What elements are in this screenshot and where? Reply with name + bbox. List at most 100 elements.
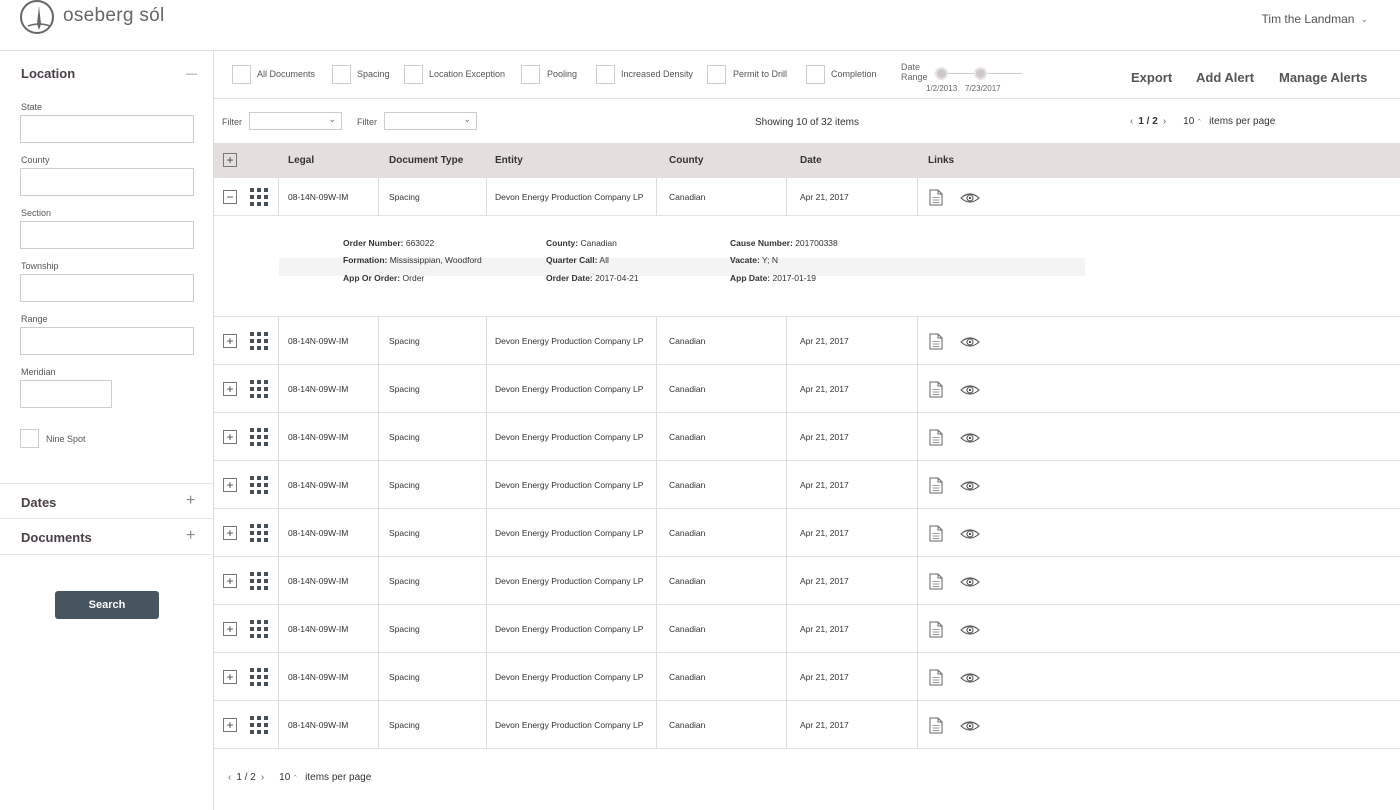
per-page-select[interactable]: 10 <box>1183 116 1194 127</box>
expand-row-button[interactable]: + <box>223 478 237 492</box>
document-icon[interactable] <box>929 333 943 350</box>
expand-icon[interactable]: + <box>186 528 195 544</box>
all-documents-checkbox[interactable] <box>232 65 251 84</box>
logo-icon[interactable] <box>20 0 54 34</box>
location-section-title[interactable]: Location <box>21 66 75 81</box>
expand-row-button[interactable]: + <box>223 670 237 684</box>
permit-to-drill-checkbox[interactable] <box>707 65 726 84</box>
prev-page-icon[interactable]: ‹ <box>1130 116 1133 127</box>
next-page-icon[interactable]: › <box>261 772 264 783</box>
spacing-checkbox[interactable] <box>332 65 351 84</box>
table-row[interactable]: +08-14N-09W-IM Spacing Devon Energy Produc… <box>214 413 1400 461</box>
nine-spot-grid-icon[interactable] <box>250 476 268 494</box>
view-eye-icon[interactable] <box>960 527 980 539</box>
next-page-icon[interactable]: › <box>1163 116 1166 127</box>
cell-doc-type: Spacing <box>389 624 420 634</box>
nine-spot-grid-icon[interactable] <box>250 380 268 398</box>
nine-spot-checkbox[interactable] <box>20 429 39 448</box>
expand-row-button[interactable]: + <box>223 430 237 444</box>
header-county[interactable]: County <box>669 143 703 178</box>
header-date[interactable]: Date <box>800 143 822 178</box>
nine-spot-grid-icon[interactable] <box>250 572 268 590</box>
table-row[interactable]: +08-14N-09W-IM Spacing Devon Energy Produc… <box>214 653 1400 701</box>
meridian-field[interactable] <box>20 380 112 408</box>
table-row[interactable]: +08-14N-09W-IM Spacing Devon Energy Produc… <box>214 701 1400 749</box>
table-row[interactable]: +08-14N-09W-IM Spacing Devon Energy Produc… <box>214 509 1400 557</box>
spinner-icon[interactable]: ⌃ <box>1196 118 1202 126</box>
table-row[interactable]: +08-14N-09W-IM Spacing Devon Energy Produc… <box>214 365 1400 413</box>
export-button[interactable]: Export <box>1131 70 1172 85</box>
location-exception-checkbox[interactable] <box>404 65 423 84</box>
documents-section-title[interactable]: Documents <box>21 530 92 545</box>
slider-start-handle[interactable] <box>935 67 948 80</box>
nine-spot-grid-icon[interactable] <box>250 524 268 542</box>
expand-row-button[interactable]: + <box>223 334 237 348</box>
document-icon[interactable] <box>929 621 943 638</box>
view-eye-icon[interactable] <box>960 191 980 203</box>
filter-select-2[interactable]: ⌄ <box>384 112 477 130</box>
county-field[interactable] <box>20 168 194 196</box>
filter-select-1[interactable]: ⌄ <box>249 112 342 130</box>
document-icon[interactable] <box>929 717 943 734</box>
expand-row-button[interactable]: + <box>223 718 237 732</box>
table-row[interactable]: +08-14N-09W-IM Spacing Devon Energy Produc… <box>214 461 1400 509</box>
manage-alerts-button[interactable]: Manage Alerts <box>1279 70 1367 85</box>
add-alert-button[interactable]: Add Alert <box>1196 70 1254 85</box>
table-row[interactable]: +08-14N-09W-IM Spacing Devon Energy Produc… <box>214 557 1400 605</box>
cell-legal: 08-14N-09W-IM <box>288 672 349 682</box>
table-row[interactable]: +08-14N-09W-IM Spacing Devon Energy Produc… <box>214 317 1400 365</box>
document-icon[interactable] <box>929 525 943 542</box>
filter-label: Filter <box>222 117 242 127</box>
document-icon[interactable] <box>929 669 943 686</box>
view-eye-icon[interactable] <box>960 335 980 347</box>
increased-density-checkbox[interactable] <box>596 65 615 84</box>
table-row[interactable]: +08-14N-09W-IM Spacing Devon Energy Produc… <box>214 605 1400 653</box>
search-button[interactable]: Search <box>55 591 159 619</box>
view-eye-icon[interactable] <box>960 623 980 635</box>
expand-all-button[interactable]: + <box>223 153 237 167</box>
view-eye-icon[interactable] <box>960 383 980 395</box>
pooling-checkbox[interactable] <box>521 65 540 84</box>
township-field[interactable] <box>20 274 194 302</box>
document-icon[interactable] <box>929 189 943 206</box>
range-field[interactable] <box>20 327 194 355</box>
view-eye-icon[interactable] <box>960 671 980 683</box>
view-eye-icon[interactable] <box>960 479 980 491</box>
expand-row-button[interactable]: + <box>223 574 237 588</box>
expand-icon[interactable]: + <box>186 493 195 509</box>
document-icon[interactable] <box>929 477 943 494</box>
nine-spot-grid-icon[interactable] <box>250 428 268 446</box>
detail-app-date: App Date: 2017-01-19 <box>730 273 816 283</box>
section-field[interactable] <box>20 221 194 249</box>
slider-end-handle[interactable] <box>974 67 987 80</box>
prev-page-icon[interactable]: ‹ <box>228 772 231 783</box>
header-legal[interactable]: Legal <box>288 143 314 178</box>
expand-row-button[interactable]: + <box>223 526 237 540</box>
nine-spot-grid-icon[interactable] <box>250 668 268 686</box>
document-icon[interactable] <box>929 429 943 446</box>
view-eye-icon[interactable] <box>960 575 980 587</box>
expand-row-button[interactable]: + <box>223 622 237 636</box>
per-page-select[interactable]: 10 <box>279 772 290 783</box>
nine-spot-grid-icon[interactable] <box>250 188 268 206</box>
nine-spot-grid-icon[interactable] <box>250 332 268 350</box>
collapse-icon[interactable]: — <box>186 66 197 82</box>
nine-spot-grid-icon[interactable] <box>250 620 268 638</box>
logo-text[interactable]: oseberg sól <box>63 5 165 27</box>
header-document-type[interactable]: Document Type <box>389 143 463 178</box>
spinner-icon[interactable]: ⌃ <box>292 774 298 782</box>
document-icon[interactable] <box>929 573 943 590</box>
view-eye-icon[interactable] <box>960 719 980 731</box>
nine-spot-grid-icon[interactable] <box>250 716 268 734</box>
view-eye-icon[interactable] <box>960 431 980 443</box>
user-menu[interactable]: Tim the Landman ⌄ <box>1262 12 1368 26</box>
state-field[interactable] <box>20 115 194 143</box>
table-row[interactable]: − 08-14N-09W-IM Spacing Devon Energy Produc… <box>214 178 1400 216</box>
dates-section-title[interactable]: Dates <box>21 495 56 510</box>
header-entity[interactable]: Entity <box>495 143 523 178</box>
collapse-row-button[interactable]: − <box>223 190 237 204</box>
expand-row-button[interactable]: + <box>223 382 237 396</box>
document-icon[interactable] <box>929 381 943 398</box>
completion-checkbox[interactable] <box>806 65 825 84</box>
end-date: 7/23/2017 <box>965 84 1001 93</box>
